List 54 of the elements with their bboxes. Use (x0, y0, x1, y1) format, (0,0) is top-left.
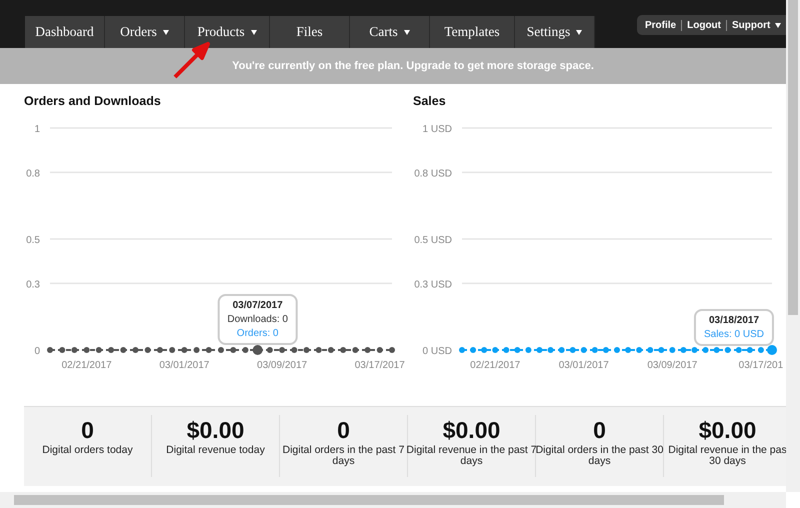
chart-title: Sales (413, 94, 446, 108)
nav-tab[interactable]: Files (270, 16, 350, 48)
nav-tab[interactable]: Carts (350, 16, 430, 48)
nav-tab[interactable]: Settings (515, 16, 595, 48)
nav-tab[interactable]: Dashboard (25, 16, 105, 48)
axis-label: 02/21/2017 (62, 360, 112, 371)
axis-label: 03/09/2017 (647, 360, 698, 371)
menu-link[interactable]: Profile (640, 20, 682, 30)
caret-icon (250, 30, 257, 34)
stat-value: 0 (593, 416, 606, 445)
tooltip-date: 03/18/2017 (708, 315, 760, 326)
axis-label: 0.5 USD (414, 235, 452, 246)
stat-value: $0.00 (698, 416, 756, 445)
banner-text: You're currently on the free plan. Upgrade to get more storage space. (232, 60, 594, 72)
stat-value: $0.00 (186, 416, 244, 445)
stat-label: Digital revenue in the pas 30 days (668, 445, 786, 467)
vertical-scrollbar[interactable] (786, 0, 800, 492)
axis-label: 0.8 USD (414, 168, 452, 180)
caret-icon (404, 30, 410, 34)
caret-icon (162, 30, 169, 34)
stat-label: Digital revenue today (166, 445, 265, 456)
axis-label: 03/09/2017 (257, 360, 308, 371)
axis-label: 02/21/2017 (470, 360, 520, 371)
stat-label: Digital orders today (42, 445, 133, 456)
nav-tab[interactable]: Templates (430, 16, 515, 48)
axis-label: 03/17/201 (738, 360, 784, 371)
axis-label: 03/01/2017 (558, 360, 609, 371)
horizontal-scrollbar[interactable] (0, 492, 786, 508)
tooltip-value: Downloads: 0 (227, 314, 288, 325)
tooltip-date: 03/07/2017 (232, 300, 283, 311)
chart-title: Orders and Downloads (24, 94, 161, 108)
stat-value: $0.00 (442, 416, 500, 445)
nav-tab[interactable]: Products (185, 16, 270, 48)
axis-label: 0.5 (26, 235, 40, 246)
axis-label: 0.8 (26, 168, 40, 180)
tooltip-value: Sales: 0 USD (704, 329, 764, 340)
stat-value: 0 (337, 416, 350, 445)
axis-label: 0.3 (26, 279, 40, 290)
stat-label: Digital orders in the past 30 days (536, 445, 664, 467)
axis-label: 0.3 USD (414, 279, 452, 290)
menu-link[interactable]: Logout (681, 20, 726, 30)
axis-label: 1 USD (422, 124, 452, 135)
axis-label: 0 USD (422, 346, 452, 357)
axis-label: 03/01/2017 (159, 360, 210, 371)
nav-tab[interactable]: Orders (105, 16, 185, 48)
stat-label: Digital revenue in the past 7 days (406, 445, 537, 467)
stat-label: Digital orders in the past 7 days (282, 445, 404, 467)
caret-icon (576, 30, 582, 34)
axis-label: 0 (34, 346, 40, 357)
tooltip-value: Orders: 0 (236, 328, 278, 339)
axis-label: 03/17/2017 (354, 360, 405, 371)
stat-value: 0 (81, 416, 94, 445)
caret-icon (775, 22, 782, 28)
axis-label: 1 (34, 124, 40, 135)
